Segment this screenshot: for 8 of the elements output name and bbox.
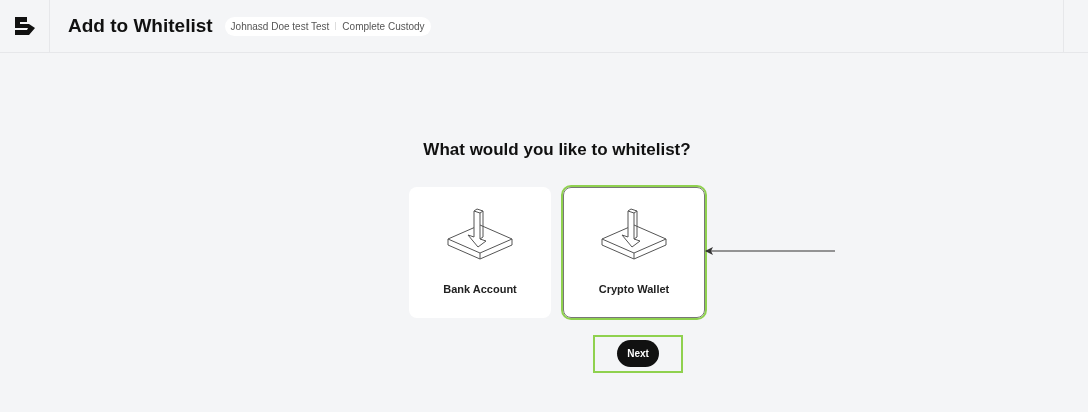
logo-icon [14, 17, 35, 35]
page-title: Add to Whitelist [68, 13, 213, 38]
breadcrumb-item: Johnasd Doe test Test [230, 19, 330, 34]
question-heading: What would you like to whitelist? [423, 139, 691, 161]
option-card[interactable]: Bank Account [409, 186, 551, 318]
breadcrumb-item: Complete Custody [342, 19, 425, 34]
next-button[interactable]: Next [617, 340, 659, 367]
option-card[interactable]: Crypto Wallet [563, 186, 705, 318]
